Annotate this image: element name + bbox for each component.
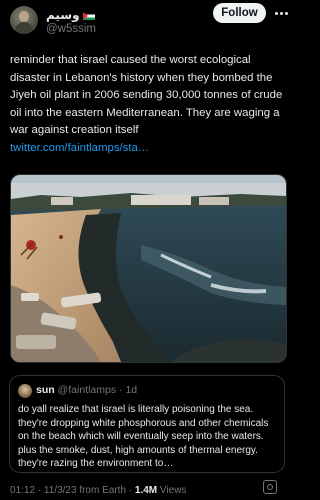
quote-handle: @faintlamps: [57, 384, 117, 396]
quoted-tweet[interactable]: sun @faintlamps · 1d do yall realize tha…: [9, 375, 285, 473]
footer-source: from Earth: [79, 485, 127, 496]
tweet-footer: 01:12 · 11/3/23 from Earth · 1.4M Views: [10, 485, 187, 496]
author-display-name[interactable]: وسيم: [46, 8, 95, 22]
views-count: 1.4M: [134, 485, 158, 496]
avatar-head: [19, 11, 29, 22]
avatar-body: [15, 22, 33, 34]
more-icon[interactable]: [273, 4, 289, 22]
views-label: Views: [159, 485, 187, 496]
beach-oil-spill-photo: [11, 175, 286, 362]
footer-time: 01:12: [10, 485, 36, 496]
author-name-text: وسيم: [46, 8, 80, 22]
flag-icon: [82, 11, 95, 20]
quote-avatar: [18, 384, 32, 398]
author-avatar[interactable]: [10, 6, 38, 34]
follow-button[interactable]: Follow: [213, 3, 266, 23]
grok-icon[interactable]: [263, 480, 277, 494]
author-handle[interactable]: @w5ssim: [46, 23, 96, 35]
tweet-link[interactable]: twitter.com/faintlamps/sta…: [10, 142, 149, 154]
quote-text: do yall realize that israel is literally…: [18, 404, 269, 470]
quote-time: 1d: [125, 384, 138, 396]
tweet-body: reminder that israel caused the worst ec…: [10, 54, 283, 137]
footer-date: 11/3/23: [43, 485, 77, 496]
tweet-text: reminder that israel caused the worst ec…: [10, 52, 286, 158]
quote-author-name: sun: [36, 384, 55, 396]
quote-header: sun @faintlamps · 1d: [36, 384, 138, 396]
tweet-image[interactable]: [10, 174, 287, 363]
